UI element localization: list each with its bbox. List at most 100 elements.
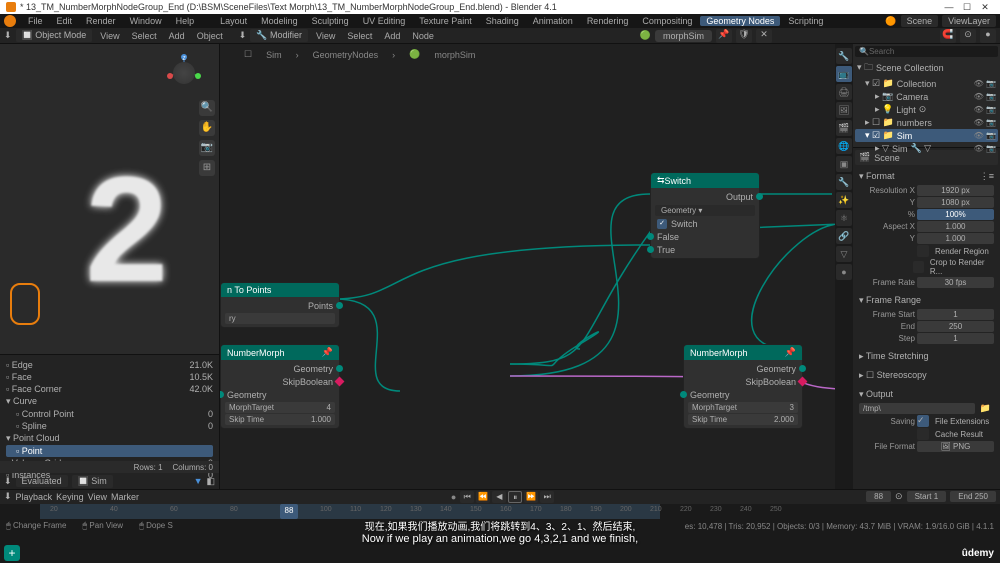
node-numbermorph-1[interactable]: NumberMorph📌 Geometry SkipBoolean Geomet… <box>220 344 340 429</box>
tab-render-icon[interactable]: 📺 <box>836 66 852 82</box>
shield-icon[interactable]: 🛡 <box>736 29 752 43</box>
tab-modifier-icon[interactable]: 🔧 <box>836 174 852 190</box>
playhead[interactable]: 88 <box>280 504 298 519</box>
menu-edit[interactable]: Edit <box>51 16 79 26</box>
play-reverse-icon[interactable]: ◀ <box>492 491 506 503</box>
workspace-rendering[interactable]: Rendering <box>581 16 635 26</box>
workspace-uvediting[interactable]: UV Editing <box>357 16 412 26</box>
workspace-compositing[interactable]: Compositing <box>636 16 698 26</box>
tab-constraints-icon[interactable]: 🔗 <box>836 228 852 244</box>
file-format-dropdown[interactable]: 🖼 PNG <box>917 441 994 452</box>
workspace-geometrynodes[interactable]: Geometry Nodes <box>700 16 780 26</box>
outliner-sim-object[interactable]: ▸ ▽ Sim 🔧 ▽👁 📷 <box>855 142 998 155</box>
tab-object-icon[interactable]: ▣ <box>836 156 852 172</box>
frame-range-header[interactable]: ▾ Frame Range <box>859 293 994 308</box>
workspace-scripting[interactable]: Scripting <box>782 16 829 26</box>
timeline-marker-menu[interactable]: Marker <box>111 492 139 502</box>
v3d-select-menu[interactable]: Select <box>128 31 161 41</box>
resolution-pct-field[interactable]: 100% <box>917 209 994 220</box>
tab-world-icon[interactable]: 🌐 <box>836 138 852 154</box>
preview-range-icon[interactable]: ⊙ <box>895 491 903 502</box>
output-path-field[interactable]: /tmp\ <box>859 403 975 414</box>
outliner-search-input[interactable]: 🔍 Search <box>855 46 998 57</box>
browse-folder-icon[interactable]: 📁 <box>977 403 994 414</box>
menu-render[interactable]: Render <box>80 16 122 26</box>
keyframe-prev-icon[interactable]: ⏪ <box>476 491 490 503</box>
crop-checkbox[interactable] <box>913 261 924 273</box>
tab-output-icon[interactable]: 🖨 <box>836 84 852 100</box>
current-frame-field[interactable]: 88 <box>866 491 891 502</box>
outliner-scene-collection[interactable]: ▾ 🗀 Scene Collection <box>855 59 998 77</box>
outliner-collection[interactable]: ▾ ☑ 📁 Collection👁 📷 <box>855 77 998 90</box>
navigation-gizmo[interactable]: Z <box>165 54 203 92</box>
viewlayer-field[interactable]: ViewLayer <box>942 15 996 27</box>
jump-end-icon[interactable]: ⏭ <box>540 491 554 503</box>
scene-name-field[interactable]: Scene <box>901 15 939 27</box>
render-region-checkbox[interactable] <box>917 245 929 257</box>
v3d-object-menu[interactable]: Object <box>193 31 227 41</box>
close-button[interactable]: ✕ <box>976 2 994 13</box>
add-workspace-button[interactable]: + <box>4 545 20 561</box>
v3d-view-menu[interactable]: View <box>96 31 123 41</box>
outliner-sim-collection[interactable]: ▾ ☑ 📁 Sim👁 📷 <box>855 129 998 142</box>
jump-start-icon[interactable]: ⏮ <box>460 491 474 503</box>
3d-viewport[interactable]: Z 🔍 ✋ 📷 ⊞ 2 ⬇ Evaluated 🔲 Sim ▼ ◧ <box>0 44 220 489</box>
tab-scene-icon[interactable]: 🎬 <box>836 120 852 136</box>
resolution-x-field[interactable]: 1920 px <box>917 185 994 196</box>
autokey-icon[interactable]: ● <box>451 492 456 502</box>
switch-type-dropdown[interactable]: Geometry ▾ <box>655 205 755 216</box>
keyframe-next-icon[interactable]: ⏩ <box>524 491 538 503</box>
frame-end-field[interactable]: 250 <box>917 321 994 332</box>
node-view-menu[interactable]: View <box>312 31 339 41</box>
tab-material-icon[interactable]: ● <box>836 264 852 280</box>
perspective-icon[interactable]: ⊞ <box>199 160 215 176</box>
menu-window[interactable]: Window <box>124 16 168 26</box>
timeline-type-icon[interactable]: ⬇ <box>4 491 12 502</box>
unlink-icon[interactable]: ✕ <box>756 29 772 43</box>
node-to-points[interactable]: n To Points Points ry <box>220 282 340 328</box>
workspace-animation[interactable]: Animation <box>527 16 579 26</box>
stereoscopy-header[interactable]: ▸ ☐ Stereoscopy <box>859 368 994 383</box>
editor-type-icon[interactable]: ⬇ <box>4 30 12 41</box>
workspace-modeling[interactable]: Modeling <box>255 16 304 26</box>
aspect-x-field[interactable]: 1.000 <box>917 221 994 232</box>
timeline-view-menu[interactable]: View <box>88 492 107 502</box>
nodetree-name-field[interactable]: morphSim <box>655 30 712 42</box>
outliner-light[interactable]: ▸ 💡 Light ⊙👁 📷 <box>855 103 998 116</box>
zoom-icon[interactable]: 🔍 <box>199 100 215 116</box>
menu-help[interactable]: Help <box>170 16 201 26</box>
node-editor-type-icon[interactable]: ⬇ <box>239 30 247 41</box>
node-node-menu[interactable]: Node <box>408 31 438 41</box>
file-extensions-checkbox[interactable]: ✓ <box>917 415 929 427</box>
start-frame-field[interactable]: Start 1 <box>907 491 947 502</box>
tab-physics-icon[interactable]: ⚛ <box>836 210 852 226</box>
camera-view-icon[interactable]: 📷 <box>199 140 215 156</box>
minimize-button[interactable]: — <box>940 2 958 12</box>
timeline-editor[interactable]: ⬇ Playback Keying View Marker ● ⏮ ⏪ ◀ ⏸ … <box>0 489 1000 519</box>
frame-step-field[interactable]: 1 <box>917 333 994 344</box>
node-breadcrumb[interactable]: ☐Sim› GeometryNodes› 🟢morphSim <box>240 48 479 61</box>
menu-file[interactable]: File <box>22 16 49 26</box>
outliner-camera[interactable]: ▸ 📷 Camera👁 📷 <box>855 90 998 103</box>
frame-rate-dropdown[interactable]: 30 fps <box>917 277 994 288</box>
resolution-y-field[interactable]: 1080 px <box>917 197 994 208</box>
workspace-sculpting[interactable]: Sculpting <box>306 16 355 26</box>
pin-icon[interactable]: 📌 <box>716 29 732 43</box>
geometry-node-editor[interactable]: ☐Sim› GeometryNodes› 🟢morphSim n To Poin… <box>220 44 835 489</box>
output-panel-header[interactable]: ▾ Output <box>859 387 994 402</box>
shading-icon[interactable]: ● <box>980 29 996 43</box>
tab-tool-icon[interactable]: 🔧 <box>836 48 852 64</box>
v3d-add-menu[interactable]: Add <box>165 31 189 41</box>
node-numbermorph-2[interactable]: NumberMorph📌 Geometry SkipBoolean Geomet… <box>683 344 803 429</box>
tab-particles-icon[interactable]: ✨ <box>836 192 852 208</box>
timeline-playback-menu[interactable]: Playback <box>16 492 53 502</box>
object-mode-dropdown[interactable]: 🔲 Object Mode <box>16 29 93 42</box>
cache-result-checkbox[interactable] <box>917 428 929 440</box>
node-select-menu[interactable]: Select <box>343 31 376 41</box>
overlay-icon[interactable]: ⊙ <box>960 29 976 43</box>
modifier-dropdown[interactable]: 🔧 Modifier <box>250 29 308 42</box>
workspace-texturepaint[interactable]: Texture Paint <box>413 16 478 26</box>
frame-start-field[interactable]: 1 <box>917 309 994 320</box>
end-frame-field[interactable]: End 250 <box>950 491 996 502</box>
format-panel-header[interactable]: ▾ Format⋮≡ <box>859 169 994 184</box>
